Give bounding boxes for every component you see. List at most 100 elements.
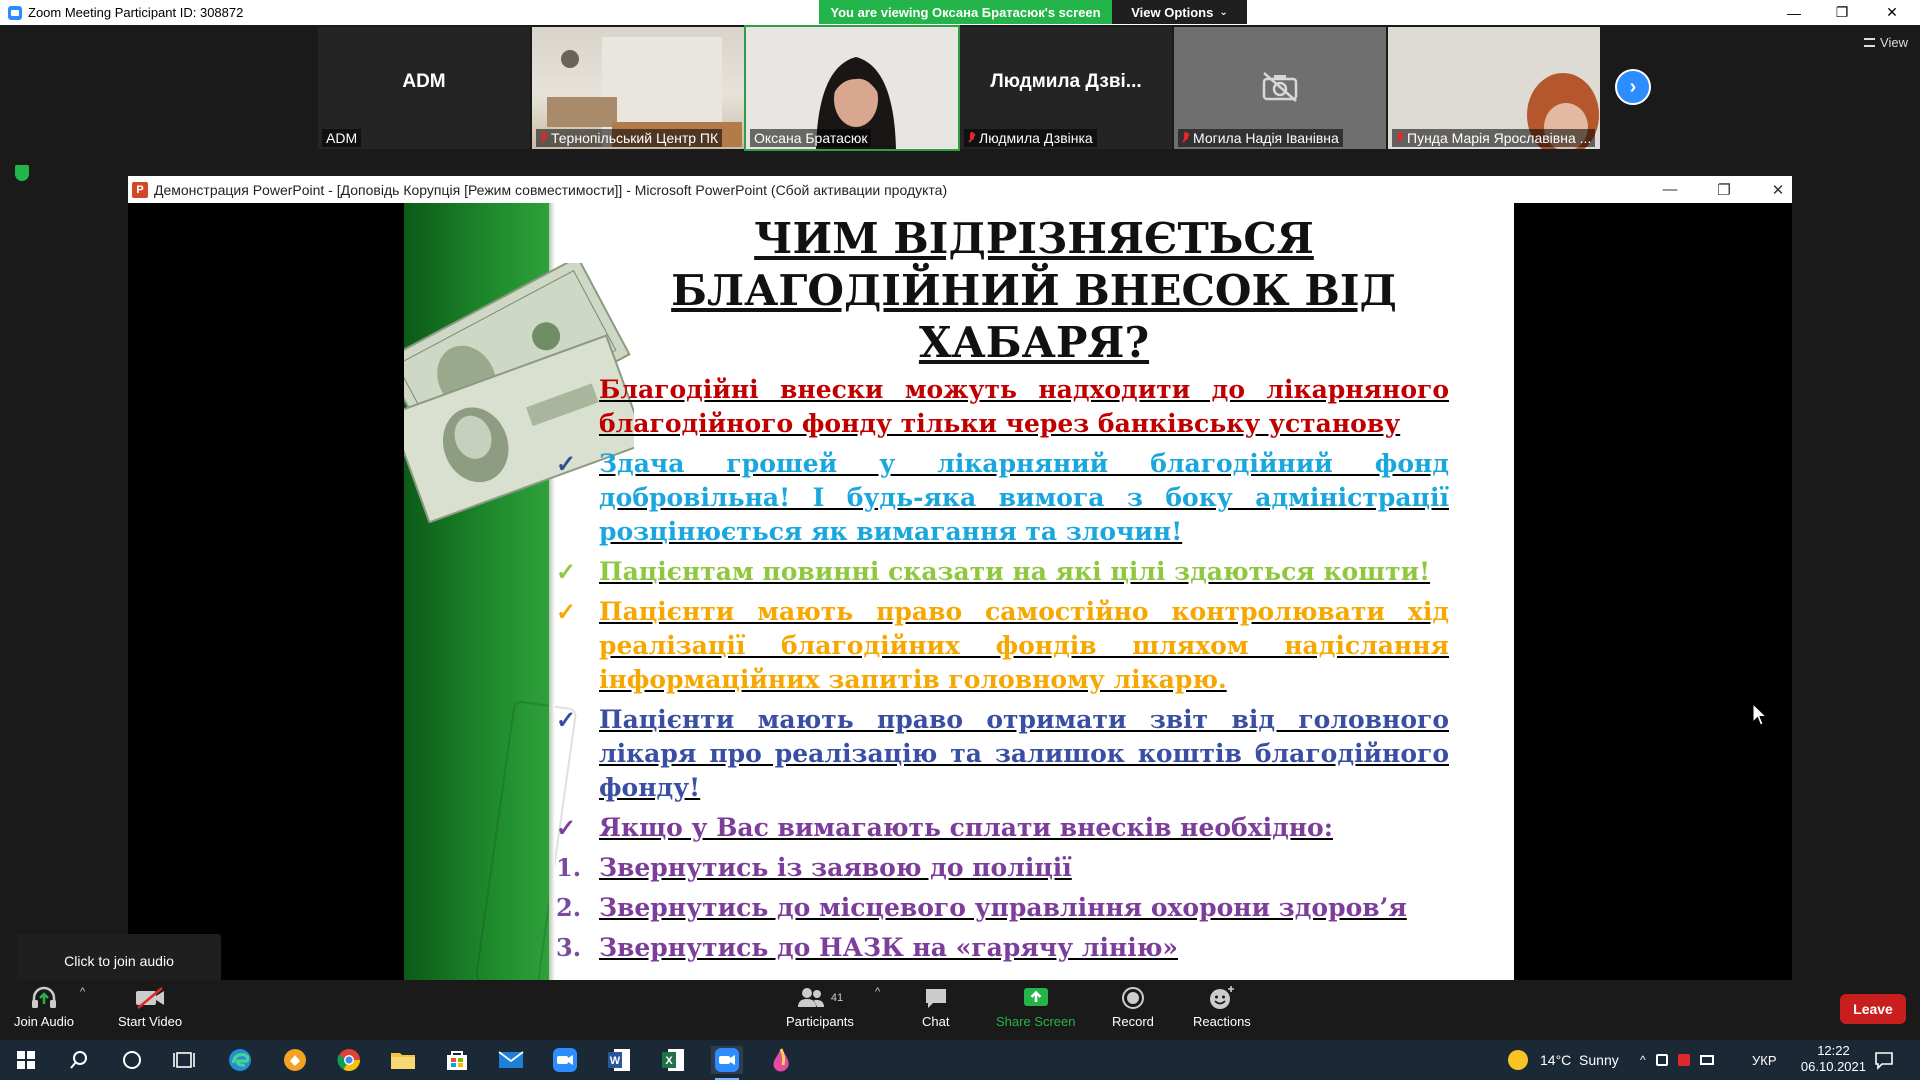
store-icon[interactable] <box>441 1046 473 1074</box>
paint-app-icon[interactable] <box>765 1046 797 1074</box>
show-hidden-icons-chevron-icon[interactable]: ^ <box>1640 1053 1646 1067</box>
slide-paragraph: ✓ Пацієнтам повинні сказати на які цілі з… <box>556 555 1449 589</box>
vpn-app-icon[interactable] <box>279 1046 311 1074</box>
view-options-button[interactable]: View Options ⌄ <box>1112 0 1247 24</box>
zoom-logo-icon <box>8 5 22 20</box>
ppt-restore-button[interactable]: ❐ <box>1701 176 1747 203</box>
participant-center-name: Людмила Дзві... <box>990 71 1142 92</box>
participant-name: Пунда Марія Ярославівна ... <box>1392 129 1596 147</box>
restore-button[interactable]: ❐ <box>1818 0 1866 25</box>
chat-icon <box>923 984 949 1012</box>
participant-name: Людмила Дзвінка <box>964 129 1097 147</box>
next-page-button[interactable]: › <box>1615 69 1651 105</box>
input-language-indicator[interactable]: УКР <box>1752 1040 1777 1080</box>
slide: ЧИМ ВІДРІЗНЯЄТЬСЯ БЛАГОДІЙНИЙ ВНЕСОК ВІД… <box>404 203 1514 1004</box>
svg-text:W: W <box>610 1055 621 1067</box>
grid-icon <box>1864 38 1876 47</box>
zoom-meeting-taskbar-icon[interactable] <box>711 1046 743 1080</box>
weather-widget[interactable]: 14°C Sunny <box>1508 1040 1619 1080</box>
leave-button[interactable]: Leave <box>1840 994 1906 1024</box>
slide-paragraph: ✓ Пацієнти мають право самостійно контрол… <box>556 597 1449 694</box>
slide-step: 3. Звернутись до НАЗК на «гарячу лінію» <box>556 931 1449 965</box>
slide-paragraph: ✓ Здача грошей у лікарняний благодійний ф… <box>556 449 1449 546</box>
mic-muted-icon <box>968 132 976 144</box>
excel-icon[interactable]: X <box>657 1046 689 1074</box>
share-screen-icon <box>1023 984 1049 1012</box>
viewing-banner: You are viewing Оксана Братасюк's screen <box>819 0 1112 24</box>
close-button[interactable]: ✕ <box>1868 0 1916 25</box>
search-icon[interactable] <box>63 1046 95 1074</box>
slide-paragraph: ✓ Пацієнти мають право отримати звіт від … <box>556 705 1449 802</box>
participant-strip: ADM ADM Тернопільський Центр ПК Оксана Б… <box>318 25 1600 151</box>
ppt-close-button[interactable]: ✕ <box>1755 176 1801 203</box>
participants-count: 41 <box>830 992 844 1004</box>
video-off-icon <box>134 984 166 1012</box>
share-screen-button[interactable]: Share Screen <box>996 984 1076 1029</box>
audio-options-caret-icon[interactable]: ^ <box>80 986 85 998</box>
mic-muted-icon <box>1396 132 1404 144</box>
language-text: УКР <box>1752 1052 1777 1068</box>
mail-icon[interactable] <box>495 1046 527 1074</box>
clock-time: 12:22 <box>1817 1043 1850 1058</box>
participant-tile-active-speaker[interactable]: Оксана Братасюк <box>744 25 960 151</box>
join-audio-label: Join Audio <box>14 1014 74 1029</box>
step-number: 3. <box>556 933 582 962</box>
system-clock[interactable]: 12:22 06.10.2021 <box>1801 1043 1866 1075</box>
powerpoint-titlebar: P Демонстрация PowerPoint - [Доповідь Ко… <box>128 176 1792 203</box>
slide-step: 2. Звернутись до місцевого управління охо… <box>556 891 1449 925</box>
display-icon[interactable] <box>1699 1055 1714 1065</box>
participants-caret-icon[interactable]: ^ <box>875 986 880 998</box>
join-audio-button[interactable]: Join Audio <box>14 984 74 1029</box>
minimize-button[interactable]: — <box>1770 0 1818 25</box>
slide-paragraph: Благодійні внески можуть надходити до лі… <box>599 375 1449 438</box>
camera-off-icon <box>1262 72 1298 102</box>
view-options-label: View Options <box>1131 4 1214 20</box>
participant-name: ADM <box>322 129 362 147</box>
shared-screen-powerpoint: P Демонстрация PowerPoint - [Доповідь Ко… <box>128 176 1792 1004</box>
participant-name: Тернопільський Центр ПК <box>536 129 723 147</box>
task-view-icon[interactable] <box>168 1046 200 1074</box>
file-explorer-icon[interactable] <box>387 1046 419 1074</box>
notifications-icon[interactable] <box>1868 1046 1900 1074</box>
smiley-plus-icon <box>1208 984 1236 1012</box>
zoom-titlebar: Zoom Meeting Participant ID: 308872 You … <box>0 0 1920 25</box>
powerpoint-app-icon: P <box>132 181 148 198</box>
slide-body: Благодійні внески можуть надходити до лі… <box>556 373 1449 971</box>
participant-tile[interactable]: Могила Надія Іванівна <box>1174 27 1386 149</box>
checkmark-icon: ✓ <box>556 557 577 586</box>
chrome-browser-icon[interactable] <box>333 1046 365 1074</box>
mic-muted-icon <box>1182 132 1190 144</box>
checkmark-icon: ✓ <box>556 449 577 478</box>
zoom-content-area: ADM ADM Тернопільський Центр ПК Оксана Б… <box>0 25 1920 1004</box>
screen: Zoom Meeting Participant ID: 308872 You … <box>0 0 1920 1080</box>
participant-tile[interactable]: Пунда Марія Ярославівна ... <box>1388 27 1600 149</box>
start-video-label: Start Video <box>118 1014 183 1029</box>
word-icon[interactable]: W <box>603 1046 635 1074</box>
edge-browser-icon[interactable] <box>224 1046 256 1074</box>
windows-start-icon[interactable] <box>10 1046 42 1074</box>
participant-tile[interactable]: Людмила Дзві... Людмила Дзвінка <box>960 27 1172 149</box>
reactions-button[interactable]: Reactions <box>1193 984 1251 1029</box>
ppt-minimize-button[interactable]: — <box>1647 176 1693 203</box>
headphones-icon <box>30 984 58 1012</box>
share-screen-label: Share Screen <box>996 1014 1076 1029</box>
chat-button[interactable]: Chat <box>922 984 949 1029</box>
participant-tile[interactable]: Тернопільський Центр ПК <box>532 27 744 149</box>
checkmark-icon: ✓ <box>556 597 577 626</box>
participant-name: Оксана Братасюк <box>750 129 872 147</box>
participants-icon: 41 <box>797 984 843 1012</box>
zoom-app-icon[interactable] <box>549 1046 581 1074</box>
network-icon[interactable] <box>1655 1054 1668 1066</box>
security-shield-icon <box>15 165 29 181</box>
security-tray-icon[interactable] <box>1677 1054 1690 1066</box>
record-label: Record <box>1112 1014 1154 1029</box>
participants-button[interactable]: 41 Participants <box>786 984 854 1029</box>
record-button[interactable]: Record <box>1112 984 1154 1029</box>
step-number: 2. <box>556 893 582 922</box>
view-button[interactable]: View <box>1864 35 1908 50</box>
participant-tile[interactable]: ADM ADM <box>318 27 530 149</box>
cortana-icon[interactable] <box>116 1046 148 1074</box>
slide-step: 1. Звернутись із заявою до поліції <box>556 851 1449 885</box>
windows-taskbar: W X 14°C Sunny ^ УКР 12:22 06.10.2021 <box>0 1040 1920 1080</box>
start-video-button[interactable]: Start Video <box>118 984 182 1029</box>
